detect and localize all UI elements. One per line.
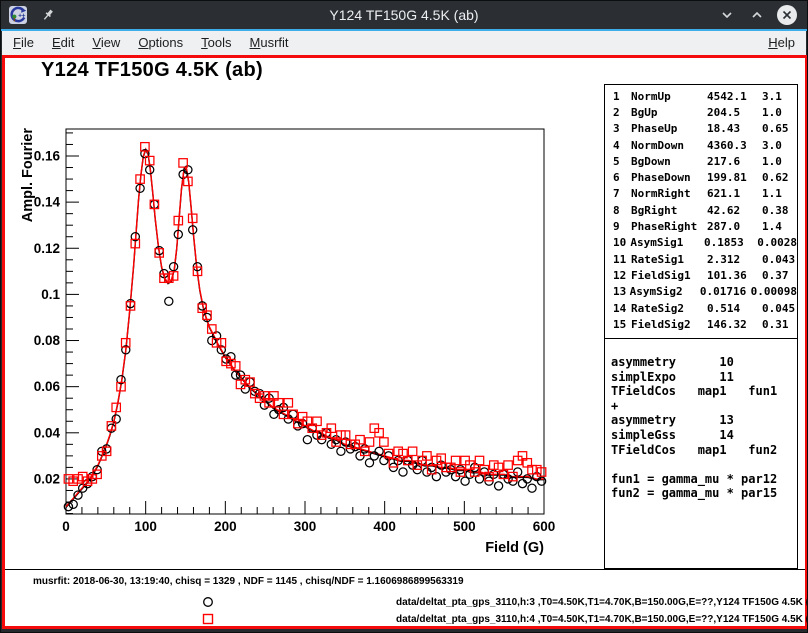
theory-line: TFieldCos map1 fun1: [611, 384, 797, 399]
menu-item-tools[interactable]: Tools: [192, 31, 240, 55]
y-tick-label: 0.12: [34, 241, 60, 256]
info-pane[interactable]: musrfit: 2018-06-30, 13:19:40, chisq = 1…: [5, 570, 805, 626]
plot-frame: [66, 129, 544, 514]
legend-label: data/deltat_pta_gps_3110,h:3 ,T0=4.50K,T…: [396, 597, 808, 608]
pin-icon[interactable]: [41, 8, 55, 22]
x-tick-label: 600: [533, 519, 556, 534]
legend-entry: data/deltat_pta_gps_3110,h:4 ,T0=4.50K,T…: [5, 613, 805, 625]
legend-entry: data/deltat_pta_gps_3110,h:3 ,T0=4.50K,T…: [5, 596, 805, 608]
menubar: FileEditViewOptionsToolsMusrfit Help: [2, 31, 806, 55]
data-point-circle: [69, 500, 77, 508]
plot-pane[interactable]: Y124 TF150G 4.5K (ab) 010020030040050060…: [5, 58, 805, 569]
theory-line: simplExpo 11: [611, 370, 797, 385]
parameter-row: 1NormUp4542.13.1: [613, 88, 797, 104]
parameter-row: 6PhaseDown199.810.62: [613, 169, 797, 185]
data-point-circle: [289, 410, 297, 418]
theory-line: fun2 = gamma_mu * par15: [611, 486, 797, 501]
data-point-square: [408, 447, 416, 455]
data-point-circle: [495, 482, 503, 490]
data-point-circle: [270, 410, 278, 418]
parameter-row: 2BgUp204.51.0: [613, 104, 797, 120]
circle-marker-icon: [202, 596, 214, 608]
close-button[interactable]: [777, 5, 797, 25]
y-tick-label: 0.02: [34, 471, 60, 486]
menu-item-edit[interactable]: Edit: [43, 31, 83, 55]
x-tick-label: 200: [214, 519, 237, 534]
data-point-circle: [165, 297, 173, 305]
data-point-circle: [518, 480, 526, 488]
theory-line: TFieldCos map1 fun2: [611, 443, 797, 458]
y-tick-label: 0.08: [34, 333, 61, 348]
y-tick-label: 0.04: [34, 425, 61, 440]
x-tick-label: 300: [294, 519, 317, 534]
data-point-square: [380, 438, 388, 446]
root-canvas[interactable]: Y124 TF150G 4.5K (ab) 010020030040050060…: [2, 55, 808, 629]
minimize-button[interactable]: [717, 5, 737, 25]
series-square: [64, 143, 546, 486]
legend-label: data/deltat_pta_gps_3110,h:4 ,T0=4.50K,T…: [396, 614, 808, 625]
y-tick-label: 0.1: [41, 287, 60, 302]
parameter-row: 3PhaseUp18.430.65: [613, 121, 797, 137]
x-tick-label: 100: [134, 519, 157, 534]
y-tick-label: 0.16: [34, 148, 61, 163]
close-icon: [781, 9, 793, 21]
y-tick-label: 0.06: [34, 379, 61, 394]
parameter-row: 8BgRight42.620.38: [613, 202, 797, 218]
chevron-up-icon: [750, 8, 764, 22]
theory-line: fun1 = gamma_mu * par12: [611, 472, 797, 487]
window-title: Y124 TF150G 4.5K (ab): [1, 7, 807, 23]
data-point-circle: [399, 468, 407, 476]
x-tick-label: 0: [62, 519, 70, 534]
series-circle: [64, 150, 545, 511]
parameter-row: 11RateSig12.3120.043: [613, 251, 797, 267]
theory-pad[interactable]: asymmetry 10simplExpo 11TFieldCos map1 f…: [604, 338, 798, 569]
fit-curve-run2: [66, 149, 544, 507]
y-tick-label: 0.14: [34, 195, 61, 210]
data-point-circle: [337, 447, 345, 455]
root-app-icon: ++: [9, 6, 27, 24]
data-point-circle: [303, 436, 311, 444]
maximize-button[interactable]: [747, 5, 767, 25]
x-tick-label: 500: [453, 519, 476, 534]
data-point-circle: [528, 484, 536, 492]
menu-item-help[interactable]: Help: [759, 31, 804, 55]
y-axis-title: Ampl. Fourier: [20, 128, 36, 223]
data-point-square: [284, 399, 292, 407]
x-tick-label: 400: [373, 519, 396, 534]
parameter-row: 9PhaseRight287.01.4: [613, 218, 797, 234]
data-point-square: [504, 461, 512, 469]
square-marker-icon: [202, 613, 214, 625]
fit-status-line: musrfit: 2018-06-30, 13:19:40, chisq = 1…: [33, 576, 464, 587]
theory-line: [611, 457, 797, 472]
parameter-row: 15FieldSig2146.320.31: [613, 316, 797, 332]
theory-line: +: [611, 399, 797, 414]
parameter-row: 14RateSig20.5140.045: [613, 300, 797, 316]
svg-text:++: ++: [18, 13, 26, 20]
fit-parameters-pad[interactable]: 1NormUp4542.13.12BgUp204.51.03PhaseUp18.…: [604, 84, 798, 339]
chevron-down-icon: [720, 8, 734, 22]
parameter-row: 10AsymSig10.18530.0028: [613, 235, 797, 251]
parameter-row: 4NormDown4360.33.0: [613, 137, 797, 153]
menu-item-view[interactable]: View: [83, 31, 129, 55]
x-axis-title: Field (G): [485, 540, 544, 556]
menu-item-options[interactable]: Options: [129, 31, 192, 55]
theory-line: simpleGss 14: [611, 428, 797, 443]
menu-item-file[interactable]: File: [4, 31, 43, 55]
app-window: ++ Y124 TF150G 4.5K (ab) FileEditVi: [0, 0, 808, 633]
theory-line: asymmetry 13: [611, 413, 797, 428]
menu-item-musrfit[interactable]: Musrfit: [241, 31, 298, 55]
parameter-row: 13AsymSig20.017160.00098: [613, 284, 797, 300]
titlebar[interactable]: ++ Y124 TF150G 4.5K (ab): [1, 1, 807, 29]
parameter-row: 5BgDown217.61.0: [613, 153, 797, 169]
fourier-plot[interactable]: 0 100 200 300 400 500 600 0.02 0.04 0.06 0.08 0.1 0.…: [5, 58, 603, 569]
parameter-row: 7NormRight621.11.1: [613, 186, 797, 202]
theory-line: asymmetry 10: [611, 355, 797, 370]
parameter-row: 12FieldSig1101.360.37: [613, 267, 797, 283]
